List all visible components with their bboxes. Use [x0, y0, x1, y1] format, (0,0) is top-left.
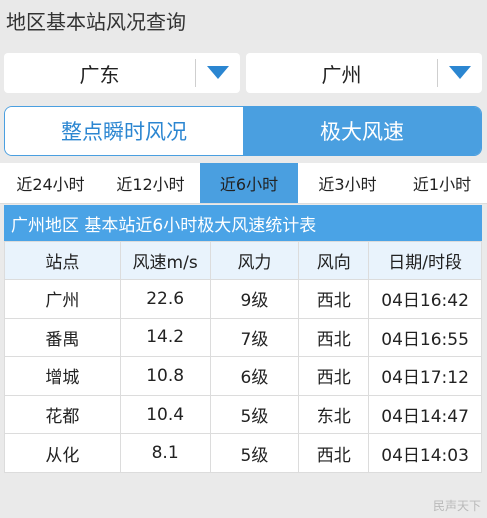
tab-12h[interactable]: 近12小时	[101, 163, 200, 203]
cell-direction: 西北	[298, 317, 370, 358]
column-header-datetime: 日期/时段	[368, 241, 482, 280]
cell-datetime: 04日14:03	[368, 433, 482, 473]
column-header-force: 风力	[209, 241, 300, 280]
tab-1h[interactable]: 近1小时	[397, 163, 487, 203]
table-row: 增城 10.8 6级 西北 04日17:12	[4, 356, 482, 396]
column-header-speed: 风速m/s	[119, 241, 211, 280]
table-row: 广州 22.6 9级 西北 04日16:42	[4, 279, 482, 319]
cell-station: 番禺	[4, 317, 121, 358]
cell-datetime: 04日17:12	[368, 356, 482, 396]
chevron-down-icon[interactable]	[438, 66, 482, 80]
city-select-value: 广州	[321, 62, 362, 87]
cell-direction: 西北	[298, 279, 370, 319]
tab-6h[interactable]: 近6小时	[200, 163, 298, 203]
province-select-value: 广东	[79, 62, 120, 87]
city-select[interactable]: 广州	[246, 53, 482, 93]
chevron-down-icon[interactable]	[196, 66, 240, 80]
mode-option-hourly[interactable]: 整点瞬时风况	[5, 107, 243, 155]
tab-24h[interactable]: 近24小时	[0, 163, 101, 203]
table-row: 番禺 14.2 7级 西北 04日16:55	[4, 317, 482, 358]
column-header-station: 站点	[4, 241, 121, 280]
cell-direction: 西北	[298, 433, 370, 473]
cell-direction: 东北	[298, 394, 370, 435]
cell-force: 5级	[209, 394, 300, 435]
table-row: 从化 8.1 5级 西北 04日14:03	[4, 433, 482, 473]
table-row: 花都 10.4 5级 东北 04日14:47	[4, 394, 482, 435]
cell-speed: 14.2	[119, 317, 211, 358]
cell-force: 9级	[209, 279, 300, 319]
time-range-tabs: 近24小时 近12小时 近6小时 近3小时 近1小时	[0, 163, 487, 204]
cell-station: 增城	[4, 356, 121, 396]
cell-speed: 10.8	[119, 356, 211, 396]
tab-3h[interactable]: 近3小时	[298, 163, 397, 203]
table-header-row: 站点 风速m/s 风力 风向 日期/时段	[4, 241, 482, 280]
cell-station: 从化	[4, 433, 121, 473]
cell-speed: 22.6	[119, 279, 211, 319]
cell-station: 广州	[4, 279, 121, 319]
cell-force: 6级	[209, 356, 300, 396]
table-title: 广州地区 基本站近6小时极大风速统计表	[4, 205, 482, 241]
cell-force: 7级	[209, 317, 300, 358]
mode-toggle: 整点瞬时风况 极大风速	[4, 106, 482, 156]
page-title: 地区基本站风况查询	[6, 9, 186, 34]
wind-stats-table: 站点 风速m/s 风力 风向 日期/时段 广州 22.6 9级 西北 04日16…	[4, 241, 482, 473]
column-header-direction: 风向	[298, 241, 370, 280]
watermark: 民声天下	[432, 499, 481, 513]
cell-force: 5级	[209, 433, 300, 473]
cell-speed: 8.1	[119, 433, 211, 473]
cell-datetime: 04日14:47	[368, 394, 482, 435]
cell-speed: 10.4	[119, 394, 211, 435]
cell-datetime: 04日16:42	[368, 279, 482, 319]
province-select[interactable]: 广东	[4, 53, 240, 93]
cell-direction: 西北	[298, 356, 370, 396]
page-title-bar: 地区基本站风况查询	[0, 0, 487, 40]
cell-datetime: 04日16:55	[368, 317, 482, 358]
cell-station: 花都	[4, 394, 121, 435]
mode-option-max-wind[interactable]: 极大风速	[243, 107, 481, 155]
